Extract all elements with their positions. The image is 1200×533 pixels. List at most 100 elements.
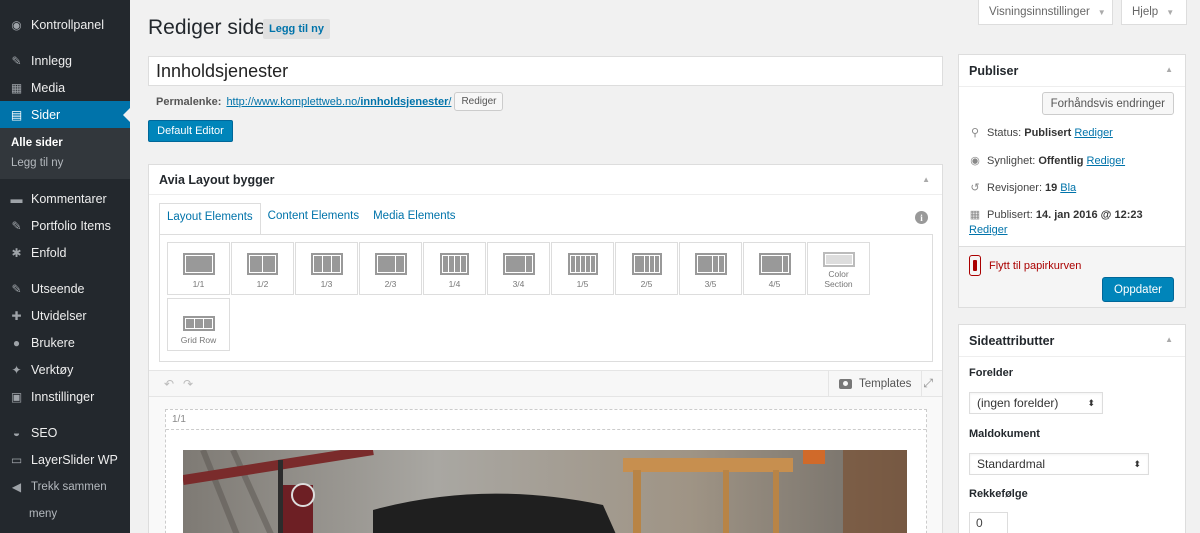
collapse-arrow-icon[interactable]: ▲: [922, 175, 930, 184]
menu-label: Trekk sammen: [31, 480, 107, 493]
layout-elements-panel: 1/1 1/2 1/3 2/3 1/4 3/4 1/5 2/5 3/5 4/5 …: [159, 234, 933, 362]
menu-item-comments[interactable]: ▬ Kommentarer: [0, 185, 130, 212]
element-1-1[interactable]: 1/1: [167, 242, 230, 295]
template-value: Standardmal: [977, 457, 1046, 471]
revisions-count: 19: [1045, 181, 1058, 194]
column-size-label: 1/1: [166, 410, 926, 430]
default-editor-button[interactable]: Default Editor: [148, 120, 233, 142]
collapse-menu-button[interactable]: ◀ Trekk sammen: [0, 473, 130, 500]
calendar-icon: ▦: [969, 209, 981, 221]
move-to-trash-link[interactable]: Flytt til papirkurven: [989, 260, 1081, 272]
collapse-icon: ◀: [11, 479, 22, 494]
element-4-5[interactable]: 4/5: [743, 242, 806, 295]
element-1-4[interactable]: 1/4: [423, 242, 486, 295]
pin-icon: ⚲: [970, 127, 980, 139]
templates-button[interactable]: Templates: [828, 371, 923, 396]
menu-item-settings[interactable]: ▣ Innstillinger: [0, 383, 130, 410]
menu-label: Portfolio Items: [31, 218, 111, 233]
menu-item-dashboard[interactable]: ◉ Kontrollpanel: [0, 11, 130, 38]
fullscreen-icon[interactable]: ⤢: [923, 376, 933, 391]
published-edit-link[interactable]: Rediger: [969, 224, 1008, 236]
submenu-all-pages[interactable]: Alle sider: [0, 133, 130, 153]
permalink-link[interactable]: http://www.komplettweb.no/innholdsjenest…: [226, 96, 451, 108]
element-label: 1/3: [320, 279, 333, 289]
element-grid-row[interactable]: Grid Row: [167, 298, 230, 351]
menu-label: Verktøy: [31, 362, 74, 377]
element-3-5[interactable]: 3/5: [679, 242, 742, 295]
element-1-3[interactable]: 1/3: [295, 242, 358, 295]
collapse-arrow-icon[interactable]: ▲: [1165, 335, 1173, 344]
content-image[interactable]: [183, 450, 907, 533]
menu-item-seo[interactable]: ◒ SEO: [0, 419, 130, 446]
layers-icon: ▭: [10, 452, 23, 467]
camera-icon: [839, 378, 852, 389]
order-label: Rekkefølge: [969, 488, 1028, 500]
page-attributes-header[interactable]: Sideattributter ▲: [959, 325, 1185, 357]
menu-item-appearance[interactable]: ✎ Utseende: [0, 275, 130, 302]
permalink-edit-button[interactable]: Rediger: [454, 92, 504, 111]
menu-item-users[interactable]: ● Brukere: [0, 329, 130, 356]
menu-item-pages[interactable]: ▤ Sider: [0, 101, 130, 128]
visibility-row: ◉ Synlighet: Offentlig Rediger: [969, 154, 1126, 168]
parent-label: Forelder: [969, 367, 1014, 379]
bicycle-photo: [183, 450, 907, 533]
post-title-input[interactable]: Innholdsjenester: [148, 56, 943, 86]
element-1-2[interactable]: 1/2: [231, 242, 294, 295]
submenu-add-new[interactable]: Legg til ny: [0, 153, 130, 173]
column-shape-icon: [694, 253, 727, 275]
menu-item-tools[interactable]: ✦ Verktøy: [0, 356, 130, 383]
builder-title: Avia Layout bygger: [159, 172, 275, 187]
published-edit-row: Rediger: [969, 224, 1008, 236]
redo-icon[interactable]: ↷: [183, 377, 193, 391]
undo-icon[interactable]: ↶: [164, 377, 174, 391]
builder-header[interactable]: Avia Layout bygger ▲: [149, 165, 942, 195]
menu-label: Utseende: [31, 281, 85, 296]
collapse-arrow-icon[interactable]: ▲: [1165, 65, 1173, 74]
tab-media-elements[interactable]: Media Elements: [366, 203, 462, 235]
publish-header[interactable]: Publiser ▲: [959, 55, 1185, 87]
tab-content-elements[interactable]: Content Elements: [261, 203, 366, 235]
menu-label: Innstillinger: [31, 389, 95, 404]
add-new-button[interactable]: Legg til ny: [263, 19, 330, 39]
visibility-edit-link[interactable]: Rediger: [1087, 155, 1126, 167]
parent-select[interactable]: (ingen forelder) ⬍: [969, 392, 1103, 414]
menu-item-layerslider[interactable]: ▭ LayerSlider WP: [0, 446, 130, 473]
menu-order-input[interactable]: 0: [969, 512, 1008, 533]
media-icon: ▦: [10, 80, 23, 95]
column-shape-icon: [182, 253, 215, 275]
help-tab[interactable]: Hjelp ▼: [1121, 0, 1187, 25]
element-color-section[interactable]: Color Section: [807, 242, 870, 295]
published-label: Publisert:: [987, 208, 1033, 221]
column-shape-icon: [567, 253, 598, 275]
tab-layout-elements[interactable]: Layout Elements: [159, 203, 261, 235]
screen-options-tab[interactable]: Visningsinnstillinger ▼: [978, 0, 1113, 25]
permalink-row: Permalenke: http://www.komplettweb.no/in…: [156, 92, 504, 111]
menu-item-enfold[interactable]: ✱ Enfold: [0, 239, 130, 266]
history-icon: ↺: [970, 182, 980, 194]
info-icon[interactable]: i: [915, 211, 928, 224]
element-2-5[interactable]: 2/5: [615, 242, 678, 295]
revisions-browse-link[interactable]: Bla: [1060, 182, 1076, 194]
element-2-3[interactable]: 2/3: [359, 242, 422, 295]
collapse-menu-label[interactable]: meny: [0, 500, 130, 527]
dashboard-icon: ◉: [11, 17, 22, 32]
column-element[interactable]: 1/1: [165, 409, 927, 533]
update-button[interactable]: Oppdater: [1102, 277, 1174, 302]
element-3-4[interactable]: 3/4: [487, 242, 550, 295]
user-icon: ●: [12, 335, 21, 350]
template-select[interactable]: Standardmal ⬍: [969, 453, 1149, 475]
revisions-label: Revisjoner:: [987, 181, 1043, 194]
menu-item-posts[interactable]: ✎ Innlegg: [0, 47, 130, 74]
menu-item-plugins[interactable]: ✚ Utvidelser: [0, 302, 130, 329]
menu-item-media[interactable]: ▦ Media: [0, 74, 130, 101]
help-label: Hjelp: [1132, 6, 1159, 18]
permalink-slug: innholdsjenester: [360, 95, 449, 108]
status-edit-link[interactable]: Rediger: [1074, 127, 1113, 139]
preview-changes-button[interactable]: Forhåndsvis endringer: [1041, 92, 1174, 115]
publish-box: Publiser ▲ Forhåndsvis endringer ⚲ Statu…: [958, 54, 1186, 308]
column-shape-icon: [440, 253, 469, 275]
menu-label: SEO: [31, 425, 58, 440]
element-1-5[interactable]: 1/5: [551, 242, 614, 295]
menu-item-portfolio[interactable]: ✎ Portfolio Items: [0, 212, 130, 239]
menu-label: Enfold: [31, 245, 67, 260]
